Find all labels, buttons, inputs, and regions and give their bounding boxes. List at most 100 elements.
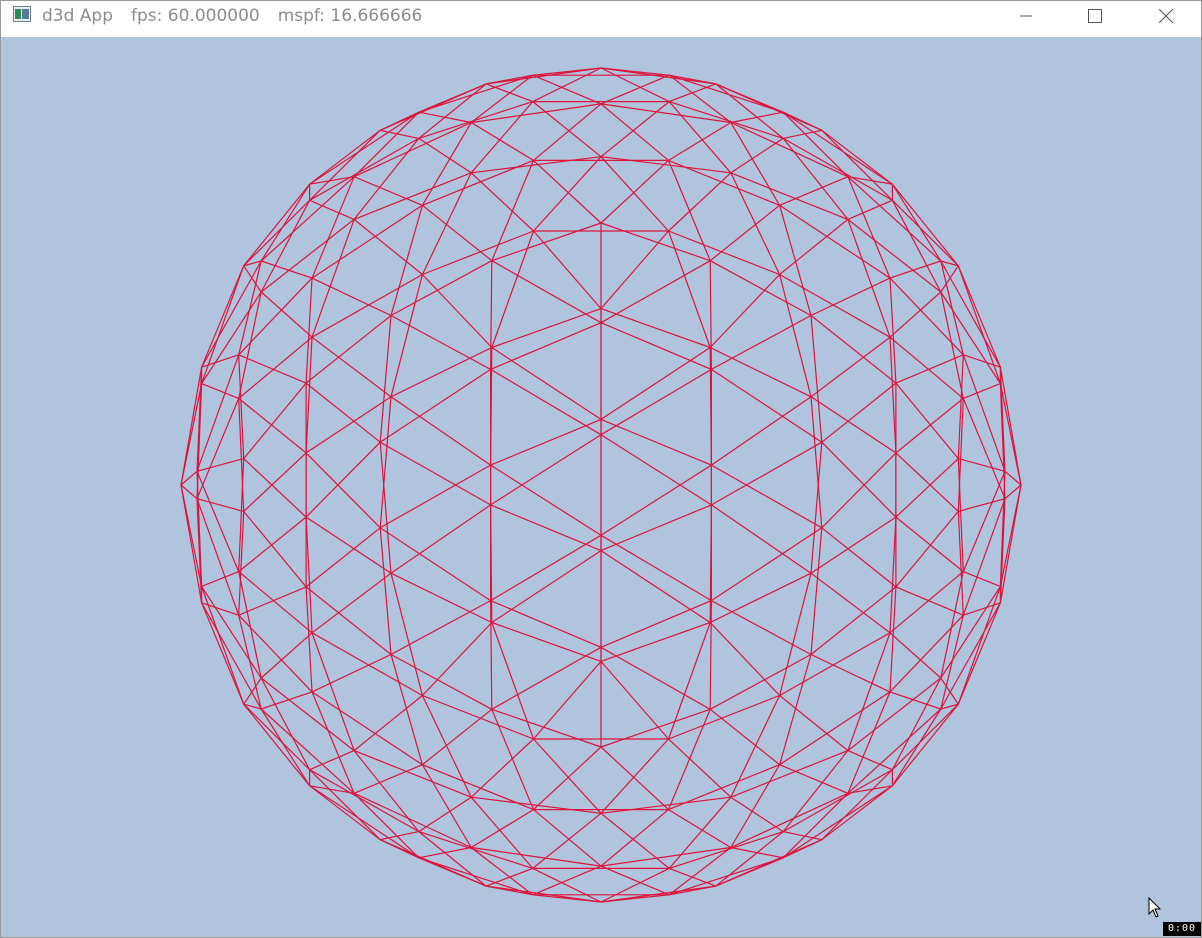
wireframe-edge — [390, 504, 491, 574]
wireframe-edge — [390, 573, 423, 696]
close-icon — [1158, 8, 1174, 24]
minimize-button[interactable] — [1003, 1, 1049, 31]
wireframe-edge — [260, 708, 355, 794]
wireframe-edge — [891, 708, 942, 787]
wireframe-edge — [963, 571, 1001, 587]
wireframe-edge — [260, 291, 313, 338]
wireframe-edge — [668, 101, 732, 174]
wireframe-edge — [311, 273, 423, 338]
wireframe-edge — [600, 738, 669, 814]
wireframe-edge — [779, 274, 812, 397]
wireframe-edge — [390, 654, 423, 765]
wireframe-edge — [305, 452, 381, 529]
wireframe-edge — [201, 586, 245, 705]
minimize-icon — [1020, 15, 1032, 17]
wireframe-edge — [715, 83, 784, 139]
wireframe-edge — [709, 572, 812, 624]
app-icon — [13, 6, 31, 22]
wireframe-edge — [491, 230, 535, 348]
wireframe-edge — [421, 172, 472, 275]
render-viewport[interactable] — [1, 37, 1201, 937]
close-button[interactable] — [1143, 1, 1189, 31]
wireframe-edge — [889, 691, 941, 710]
wireframe-edge — [491, 646, 602, 710]
app-window: d3d App fps: 60.000000 mspf: 16.666666 0:0… — [0, 0, 1202, 938]
fps-readout: fps: 60.000000 — [131, 6, 260, 26]
wireframe-edge — [196, 498, 244, 512]
wireframe-edge — [957, 586, 1001, 705]
wireframe-edge — [532, 74, 602, 105]
wireframe-edge — [600, 159, 669, 224]
wireframe-edge — [821, 527, 897, 588]
wireframe-edge — [238, 614, 313, 693]
wireframe-edge — [779, 273, 891, 338]
wireframe-edge — [305, 527, 381, 588]
wireframe-edge — [821, 785, 893, 841]
wireframe-edge — [311, 572, 392, 634]
wireframe-edge — [889, 291, 942, 338]
wireframe-edge — [958, 458, 1006, 472]
wireframe-edge — [711, 464, 823, 529]
wireframe-edge — [847, 176, 942, 262]
wireframe-edge — [779, 573, 812, 696]
wireframe-edge — [490, 504, 602, 552]
wireframe-edge — [600, 534, 712, 602]
wireframe-edge — [895, 511, 959, 588]
wireframe-edge — [201, 260, 262, 368]
wireframe-edge — [667, 709, 711, 810]
wireframe-edge — [847, 218, 942, 293]
wireframe-edge — [782, 750, 849, 832]
wireframe-edge — [418, 857, 487, 887]
wireframe-edge — [730, 172, 781, 275]
wireframe-edge — [600, 74, 670, 105]
wireframe-edge — [779, 632, 891, 697]
wireframe-edge — [779, 654, 812, 765]
wireframe-edge — [379, 839, 420, 859]
wireframe-edge — [847, 199, 893, 220]
wireframe-edge — [533, 746, 602, 811]
wireframe-edge — [353, 792, 472, 849]
wireframe-edge — [311, 653, 392, 693]
maximize-button[interactable] — [1072, 1, 1118, 31]
wireframe-edge — [201, 265, 245, 384]
wireframe-edge — [963, 383, 1001, 399]
wireframe-edge — [709, 622, 781, 696]
wireframe-edge — [470, 809, 534, 849]
window-title: d3d App fps: 60.000000 mspf: 16.666666 — [42, 6, 440, 26]
wireframe-edge — [490, 534, 602, 602]
wireframe-edge — [305, 517, 313, 633]
wireframe-edge — [782, 138, 849, 220]
wireframe-edge — [600, 600, 712, 648]
wireframe-edge — [353, 176, 423, 206]
wireframe-edge — [390, 314, 491, 370]
wireframe-edge — [243, 703, 311, 771]
title-bar[interactable]: d3d App fps: 60.000000 mspf: 16.666666 — [1, 1, 1201, 37]
wireframe-edge — [470, 121, 534, 161]
wireframe-edge — [668, 796, 732, 869]
wireframe-edge — [418, 846, 472, 859]
wireframe-edge — [709, 346, 812, 398]
wireframe-edge — [532, 812, 602, 869]
wireframe-edge — [810, 315, 897, 384]
wireframe-edge — [711, 314, 812, 370]
wireframe-edge — [305, 278, 313, 384]
wireframe-edge — [260, 632, 313, 679]
wireframe-edge — [711, 527, 823, 602]
wireframe-edge — [711, 396, 812, 466]
wireframe-edge — [390, 205, 423, 316]
wireframe-edge — [889, 586, 897, 692]
wireframe-edge — [889, 632, 942, 679]
wireframe-edge — [667, 160, 711, 261]
wireframe-edge — [390, 346, 493, 398]
wireframe-edge — [810, 277, 891, 317]
wireframe-edge — [491, 222, 602, 262]
recording-timer: 0:00 — [1163, 922, 1201, 936]
wireframe-edge — [311, 336, 392, 398]
wireframe-edge — [305, 382, 381, 443]
wireframe-edge — [715, 857, 784, 887]
wireframe-edge — [600, 746, 669, 811]
wireframe-edge — [889, 277, 964, 356]
wireframe-edge — [895, 452, 959, 512]
wireframe-edge — [390, 572, 493, 624]
wireframe-edge — [491, 550, 602, 624]
